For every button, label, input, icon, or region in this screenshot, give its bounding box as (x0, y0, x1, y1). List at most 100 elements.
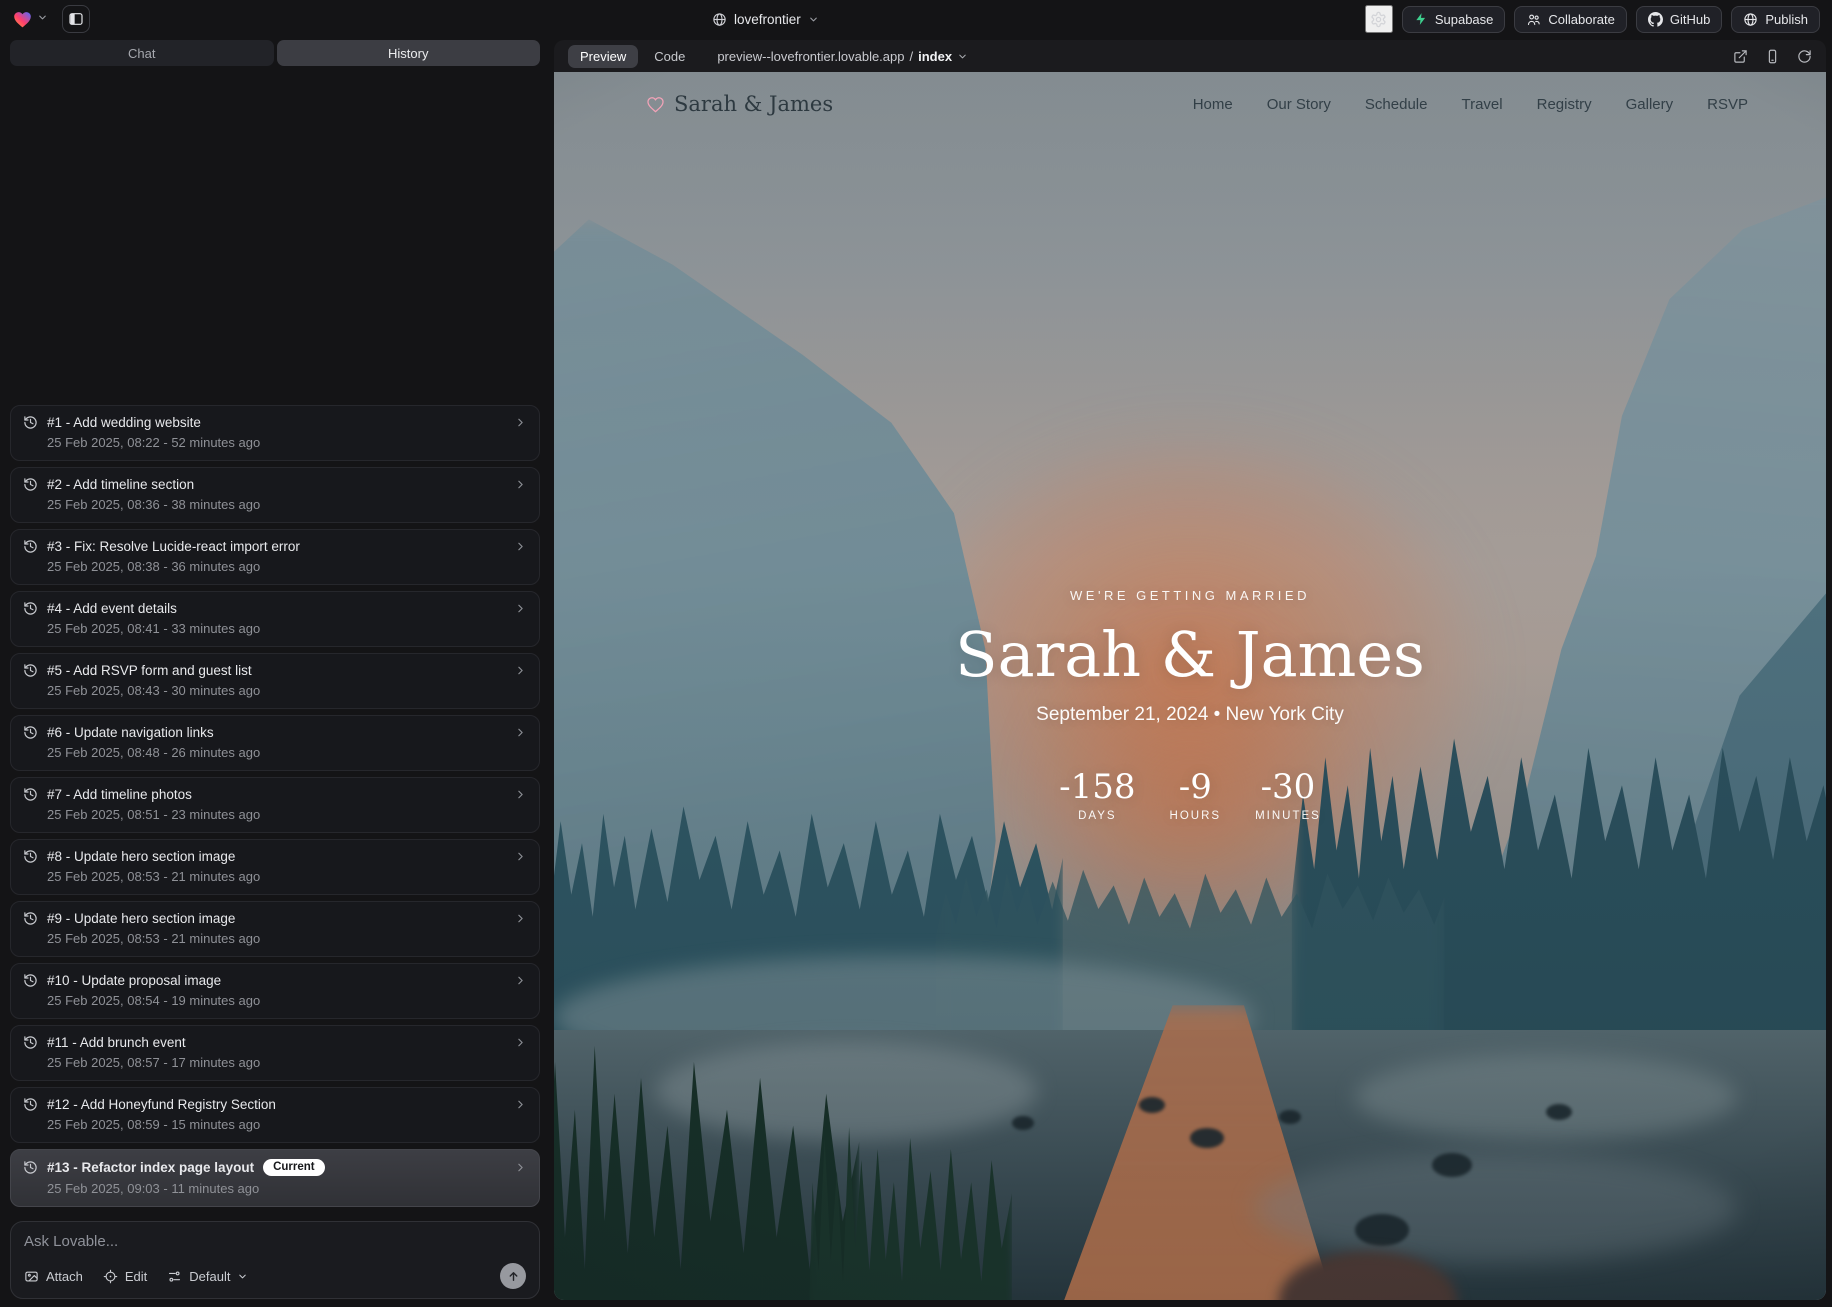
refresh-button[interactable] (1797, 49, 1812, 64)
history-item-title-row: #10 - Update proposal image (23, 973, 527, 988)
supabase-label: Supabase (1435, 12, 1494, 27)
history-icon (23, 973, 38, 988)
history-item[interactable]: #1 - Add wedding website 25 Feb 2025, 08… (10, 405, 540, 461)
history-icon (23, 663, 38, 678)
countdown-label: MINUTES (1255, 810, 1321, 822)
history-item[interactable]: #3 - Fix: Resolve Lucide-react import er… (10, 529, 540, 585)
site-nav-link[interactable]: Gallery (1626, 96, 1674, 113)
send-button[interactable] (500, 1263, 526, 1289)
history-item-timestamp: 25 Feb 2025, 08:41 - 33 minutes ago (47, 621, 527, 636)
history-item[interactable]: #6 - Update navigation links 25 Feb 2025… (10, 715, 540, 771)
lovable-heart-icon (12, 9, 33, 30)
history-item[interactable]: #7 - Add timeline photos 25 Feb 2025, 08… (10, 777, 540, 833)
edit-label: Edit (125, 1269, 147, 1284)
history-item-title-row: #2 - Add timeline section (23, 477, 527, 492)
countdown: -158 DAYS -9 HOURS -30 MINUTES (554, 770, 1826, 822)
countdown-group: -9 HOURS (1170, 770, 1222, 822)
tab-code[interactable]: Code (642, 45, 697, 68)
supabase-button[interactable]: Supabase (1402, 6, 1506, 33)
publish-button[interactable]: Publish (1731, 6, 1820, 33)
hero-title: Sarah & James (554, 619, 1826, 690)
globe-icon (712, 12, 727, 27)
site-nav-link[interactable]: Our Story (1267, 96, 1331, 113)
sidebar: Chat History #1 - Add wedding we (0, 38, 548, 1307)
preview-url-separator: / (909, 49, 913, 64)
history-item[interactable]: #2 - Add timeline section 25 Feb 2025, 0… (10, 467, 540, 523)
chevron-down-icon (957, 51, 968, 62)
site-nav-link[interactable]: Travel (1461, 96, 1502, 113)
history-item[interactable]: #8 - Update hero section image 25 Feb 20… (10, 839, 540, 895)
history-item-timestamp: 25 Feb 2025, 08:53 - 21 minutes ago (47, 869, 527, 884)
countdown-label: HOURS (1170, 810, 1222, 822)
history-item-timestamp: 25 Feb 2025, 08:59 - 15 minutes ago (47, 1117, 527, 1132)
tab-history[interactable]: History (277, 40, 541, 66)
image-icon (24, 1269, 39, 1284)
chevron-right-icon (514, 602, 527, 615)
history-item[interactable]: #13 - Refactor index page layout Current… (10, 1149, 540, 1208)
history-icon (23, 1097, 38, 1112)
topbar-actions: Supabase Collaborate GitHub Publish (1365, 5, 1820, 33)
edit-select-button[interactable]: Edit (103, 1269, 147, 1284)
project-switcher[interactable]: lovefrontier (712, 0, 819, 38)
tab-preview[interactable]: Preview (568, 45, 638, 68)
history-item-title-row: #9 - Update hero section image (23, 911, 527, 926)
site-nav-link[interactable]: Registry (1537, 96, 1592, 113)
countdown-value: -30 (1255, 770, 1321, 804)
site-brand[interactable]: Sarah & James (646, 92, 833, 116)
countdown-group: -158 DAYS (1059, 770, 1135, 822)
mobile-view-button[interactable] (1765, 49, 1780, 64)
mode-label: Default (189, 1269, 230, 1284)
history-item-title-row: #13 - Refactor index page layout Current (23, 1159, 527, 1177)
history-item-title: #6 - Update navigation links (47, 725, 214, 740)
preview-url-page: index (918, 49, 952, 64)
chevron-right-icon (514, 726, 527, 739)
attach-button[interactable]: Attach (24, 1269, 83, 1284)
hero-eyebrow: WE'RE GETTING MARRIED (554, 588, 1826, 603)
history-item-title: #2 - Add timeline section (47, 477, 194, 492)
topbar-left (12, 5, 90, 33)
history-item-timestamp: 25 Feb 2025, 08:38 - 36 minutes ago (47, 559, 527, 574)
tab-chat[interactable]: Chat (10, 40, 274, 66)
lovable-logo-menu[interactable] (12, 9, 48, 30)
history-item-timestamp: 25 Feb 2025, 08:43 - 30 minutes ago (47, 683, 527, 698)
history-item-title: #5 - Add RSVP form and guest list (47, 663, 252, 678)
open-in-new-tab-button[interactable] (1733, 49, 1748, 64)
history-item-timestamp: 25 Feb 2025, 08:51 - 23 minutes ago (47, 807, 527, 822)
history-icon (23, 911, 38, 926)
history-icon (23, 849, 38, 864)
publish-label: Publish (1765, 12, 1808, 27)
chevron-right-icon (514, 1036, 527, 1049)
settings-button[interactable] (1365, 5, 1393, 33)
history-item-title-row: #6 - Update navigation links (23, 725, 527, 740)
countdown-label: DAYS (1059, 810, 1135, 822)
preview-toolbar: Preview Code preview--lovefrontier.lovab… (554, 40, 1826, 72)
preview-url[interactable]: preview--lovefrontier.lovable.app / inde… (717, 49, 968, 64)
history-item[interactable]: #10 - Update proposal image 25 Feb 2025,… (10, 963, 540, 1019)
prompt-input[interactable] (24, 1233, 526, 1250)
history-icon (23, 725, 38, 740)
history-item[interactable]: #9 - Update hero section image 25 Feb 20… (10, 901, 540, 957)
sidebar-toggle-button[interactable] (62, 5, 90, 33)
preview-url-host: preview--lovefrontier.lovable.app (717, 49, 904, 64)
site-nav-link[interactable]: Schedule (1365, 96, 1428, 113)
mode-select-button[interactable]: Default (167, 1269, 248, 1284)
composer: Attach Edit Default (10, 1221, 540, 1299)
github-button[interactable]: GitHub (1636, 6, 1722, 33)
site-nav-link[interactable]: RSVP (1707, 96, 1748, 113)
composer-toolbar: Attach Edit Default (24, 1263, 526, 1289)
arrow-up-icon (507, 1270, 520, 1283)
history-item-title-row: #7 - Add timeline photos (23, 787, 527, 802)
history-item[interactable]: #12 - Add Honeyfund Registry Section 25 … (10, 1087, 540, 1143)
sidebar-tabs: Chat History (10, 40, 540, 66)
history-item-timestamp: 25 Feb 2025, 08:48 - 26 minutes ago (47, 745, 527, 760)
history-item-title: #8 - Update hero section image (47, 849, 235, 864)
history-item-timestamp: 25 Feb 2025, 08:22 - 52 minutes ago (47, 435, 527, 450)
history-item[interactable]: #11 - Add brunch event 25 Feb 2025, 08:5… (10, 1025, 540, 1081)
history-item[interactable]: #5 - Add RSVP form and guest list 25 Feb… (10, 653, 540, 709)
collaborate-button[interactable]: Collaborate (1514, 6, 1627, 33)
site-nav-link[interactable]: Home (1193, 96, 1233, 113)
site-brand-name: Sarah & James (674, 92, 833, 116)
history-icon (23, 1160, 38, 1175)
history-item-timestamp: 25 Feb 2025, 08:36 - 38 minutes ago (47, 497, 527, 512)
history-item[interactable]: #4 - Add event details 25 Feb 2025, 08:4… (10, 591, 540, 647)
